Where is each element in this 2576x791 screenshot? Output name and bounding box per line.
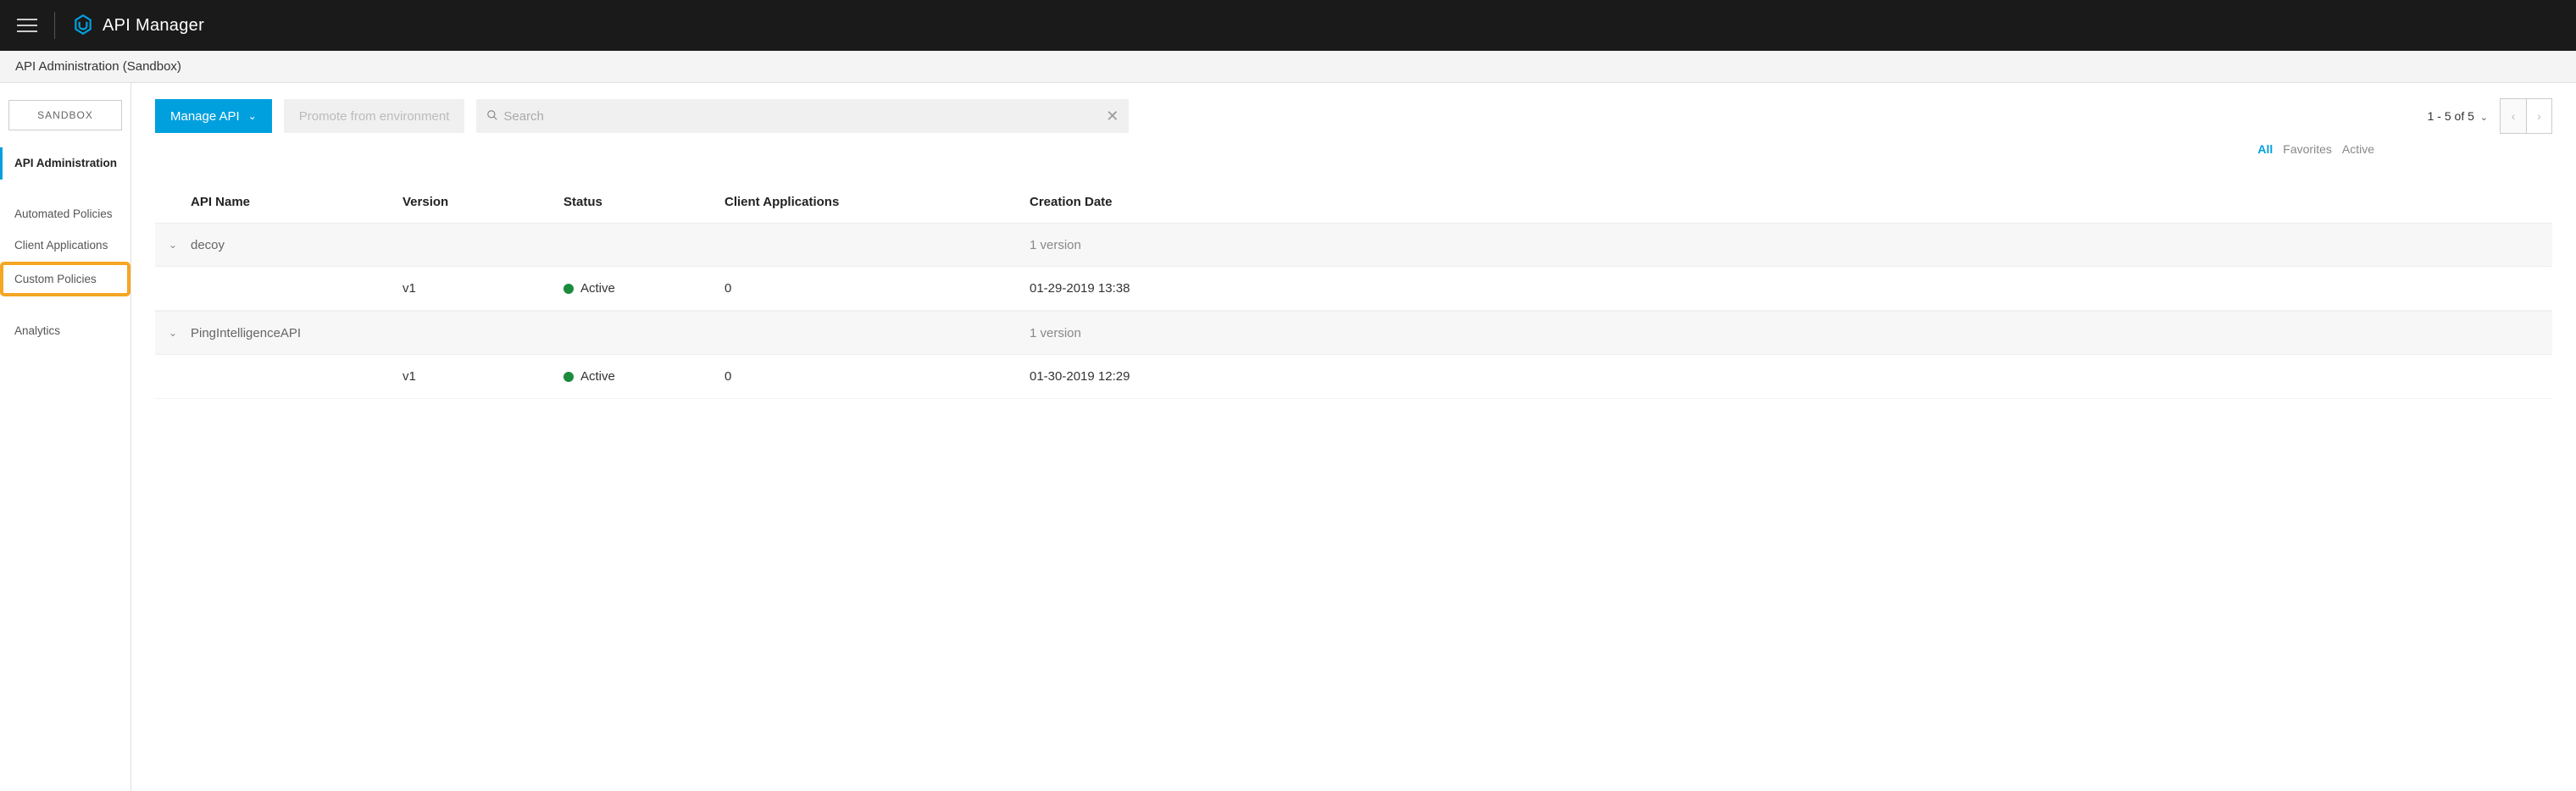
sidebar-item-api-administration[interactable]: API Administration: [0, 147, 130, 180]
cell-created: 01-30-2019 12:29: [1030, 369, 2552, 384]
app-title: API Manager: [103, 16, 204, 36]
cell-clients: 0: [724, 369, 1030, 384]
sidebar-item-automated-policies[interactable]: Automated Policies: [0, 198, 130, 230]
header-divider: [54, 12, 55, 39]
table-row[interactable]: v1 Active 0 01-29-2019 13:38: [155, 267, 2552, 311]
search-input[interactable]: [503, 109, 1106, 124]
chevron-down-icon: ⌄: [2480, 113, 2488, 123]
sidebar-item-custom-policies[interactable]: Custom Policies: [2, 263, 129, 296]
sidebar-item-analytics[interactable]: Analytics: [0, 315, 130, 347]
mulesoft-logo-icon: [72, 14, 94, 38]
api-name: PingIntelligenceAPI: [191, 326, 402, 340]
manage-api-label: Manage API: [170, 109, 240, 124]
filter-all[interactable]: All: [2257, 142, 2273, 156]
filter-favorites[interactable]: Favorites: [2283, 142, 2332, 156]
table-group-row[interactable]: ⌄ PingIntelligenceAPI 1 version: [155, 311, 2552, 355]
search-box[interactable]: ✕: [476, 99, 1129, 133]
api-table: API Name Version Status Client Applicati…: [155, 185, 2552, 399]
cell-clients: 0: [724, 281, 1030, 296]
cell-created: 01-29-2019 13:38: [1030, 281, 2552, 296]
search-icon: [486, 109, 498, 124]
promote-button[interactable]: Promote from environment: [284, 99, 465, 133]
versions-note: 1 version: [1030, 238, 2552, 252]
app-logo-wrap[interactable]: API Manager: [72, 14, 204, 38]
table-row[interactable]: v1 Active 0 01-30-2019 12:29: [155, 355, 2552, 399]
pager-buttons: ‹ ›: [2500, 98, 2552, 134]
next-page-button[interactable]: ›: [2526, 99, 2551, 133]
manage-api-button[interactable]: Manage API ⌄: [155, 99, 272, 133]
col-api-name: API Name: [191, 195, 402, 209]
hamburger-menu-icon[interactable]: [17, 15, 37, 36]
versions-note: 1 version: [1030, 326, 2552, 340]
expand-toggle-icon[interactable]: ⌄: [155, 239, 191, 251]
col-clients: Client Applications: [724, 195, 1030, 209]
status-dot-icon: [564, 372, 574, 382]
top-header: API Manager: [0, 0, 2576, 51]
table-group-row[interactable]: ⌄ decoy 1 version: [155, 223, 2552, 267]
col-status: Status: [564, 195, 724, 209]
chevron-right-icon: ›: [2537, 109, 2541, 123]
breadcrumb-bar: API Administration (Sandbox): [0, 51, 2576, 83]
cell-version: v1: [402, 369, 564, 384]
table-header: API Name Version Status Client Applicati…: [155, 185, 2552, 223]
toolbar: Manage API ⌄ Promote from environment ✕ …: [155, 98, 2552, 134]
cell-version: v1: [402, 281, 564, 296]
col-created: Creation Date: [1030, 195, 2552, 209]
pagination: 1 - 5 of 5 ⌄ ‹ ›: [2428, 98, 2552, 134]
breadcrumb: API Administration (Sandbox): [15, 59, 181, 74]
api-name: decoy: [191, 238, 402, 252]
main-content: Manage API ⌄ Promote from environment ✕ …: [131, 83, 2576, 791]
expand-toggle-icon[interactable]: ⌄: [155, 327, 191, 339]
col-version: Version: [402, 195, 564, 209]
prev-page-button[interactable]: ‹: [2501, 99, 2526, 133]
clear-search-icon[interactable]: ✕: [1106, 108, 1119, 125]
status-dot-icon: [564, 284, 574, 294]
chevron-down-icon: ⌄: [248, 110, 257, 122]
chevron-left-icon: ‹: [2512, 109, 2516, 123]
sidebar-item-client-applications[interactable]: Client Applications: [0, 230, 130, 262]
filter-tabs: All Favorites Active: [155, 142, 2552, 156]
sidebar: SANDBOX API Administration Automated Pol…: [0, 83, 131, 791]
filter-active[interactable]: Active: [2342, 142, 2374, 156]
cell-status: Active: [564, 369, 724, 384]
cell-status: Active: [564, 281, 724, 296]
environment-chip[interactable]: SANDBOX: [8, 100, 122, 130]
paging-range[interactable]: 1 - 5 of 5 ⌄: [2428, 109, 2488, 123]
